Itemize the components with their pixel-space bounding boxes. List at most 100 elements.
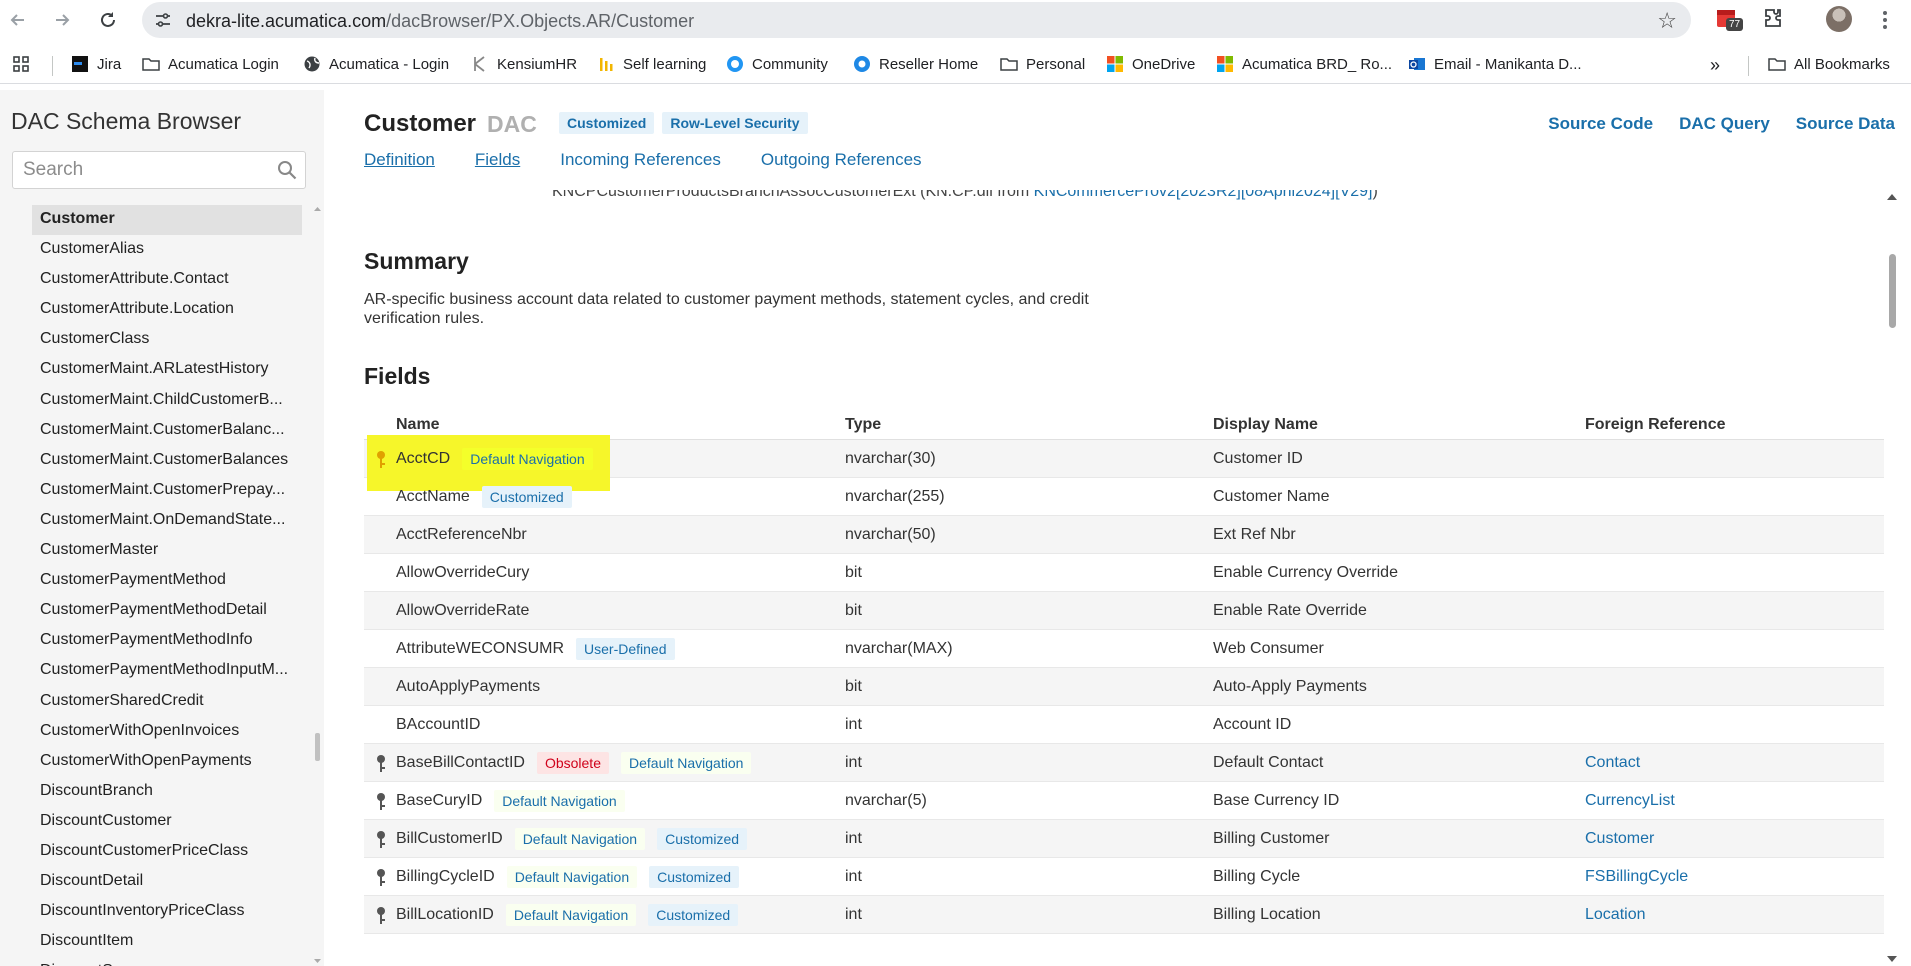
search-icon[interactable] bbox=[277, 160, 297, 180]
field-name: AutoApplyPayments bbox=[396, 677, 541, 695]
column-header-foreign-reference[interactable]: Foreign Reference bbox=[1585, 416, 1725, 434]
dac-query-link[interactable]: DAC Query bbox=[1679, 114, 1770, 134]
main-scroll-thumb[interactable] bbox=[1889, 254, 1896, 328]
search-input[interactable] bbox=[23, 158, 263, 182]
address-bar[interactable]: dekra-lite.acumatica.com/dacBrowser/PX.O… bbox=[142, 2, 1691, 38]
source-data-link[interactable]: Source Data bbox=[1796, 114, 1895, 134]
calendar-extension-icon[interactable]: 77 bbox=[1714, 6, 1744, 34]
table-row: BaseBillContactID Obsolete Default Navigat… bbox=[364, 744, 1884, 782]
folder-icon bbox=[1768, 58, 1786, 71]
field-name-cell: AllowOverrideRate bbox=[396, 592, 529, 629]
sidebar-item[interactable]: DiscountInventoryPriceClass bbox=[32, 897, 302, 927]
table-row: AcctCD Default Navigation nvarchar(30) Cust… bbox=[364, 435, 1884, 491]
bookmark-jira[interactable]: Jira bbox=[71, 55, 121, 73]
sidebar-item[interactable]: CustomerAlias bbox=[32, 235, 302, 265]
key-icon bbox=[377, 755, 385, 772]
field-tag: Customized bbox=[481, 485, 572, 508]
field-name: AcctReferenceNbr bbox=[396, 525, 527, 543]
sidebar-item[interactable]: CustomerClass bbox=[32, 325, 302, 355]
tab-fields[interactable]: Fields bbox=[475, 150, 520, 170]
bookmark-kensiumhr[interactable]: KensiumHR bbox=[471, 55, 577, 73]
sidebar-item[interactable]: CustomerPaymentMethodInputM... bbox=[32, 656, 302, 686]
sidebar-item[interactable]: DiscountCustomer bbox=[32, 807, 302, 837]
sidebar-item[interactable]: CustomerMaster bbox=[32, 536, 302, 566]
bookmarks-bar: Jira Acumatica Login Acumatica - Login K… bbox=[0, 44, 1911, 84]
field-type: int bbox=[845, 829, 862, 847]
sidebar-item[interactable]: CustomerPaymentMethodDetail bbox=[32, 596, 302, 626]
field-name: AttributeWECONSUMR bbox=[396, 639, 565, 657]
all-bookmarks-button[interactable]: All Bookmarks bbox=[1768, 55, 1890, 73]
extension-package-link[interactable]: KNCommerceProv2[2023R2][08April2024][V29… bbox=[1034, 190, 1373, 200]
sidebar-item[interactable]: DiscountDetail bbox=[32, 867, 302, 897]
sidebar-item[interactable]: DiscountItem bbox=[32, 927, 302, 957]
tab-definition[interactable]: Definition bbox=[364, 150, 435, 170]
sidebar-item[interactable]: CustomerAttribute.Contact bbox=[32, 265, 302, 295]
sidebar-item[interactable]: CustomerAttribute.Location bbox=[32, 295, 302, 325]
column-header-name[interactable]: Name bbox=[396, 416, 440, 434]
table-row: BillCustomerID Default Navigation Customiz… bbox=[364, 820, 1884, 858]
bookmark-email[interactable]: Email - Manikanta D... bbox=[1408, 55, 1582, 73]
bookmark-acumatica-login[interactable]: Acumatica Login bbox=[142, 55, 279, 73]
sidebar-item[interactable]: CustomerMaint.CustomerBalances bbox=[32, 446, 302, 476]
source-code-link[interactable]: Source Code bbox=[1548, 114, 1653, 134]
bookmark-self-learning[interactable]: Self learning bbox=[597, 55, 706, 73]
site-settings-icon[interactable] bbox=[154, 11, 172, 29]
sidebar-scroll-thumb[interactable] bbox=[315, 733, 320, 761]
sidebar-item[interactable]: CustomerMaint.OnDemandState... bbox=[32, 506, 302, 536]
sidebar-item[interactable]: CustomerWithOpenInvoices bbox=[32, 717, 302, 747]
field-type: int bbox=[845, 867, 862, 885]
reload-icon[interactable] bbox=[94, 6, 122, 34]
column-header-type[interactable]: Type bbox=[845, 416, 881, 434]
url-text[interactable]: dekra-lite.acumatica.com/dacBrowser/PX.O… bbox=[186, 11, 694, 32]
sidebar-item[interactable]: CustomerMaint.ARLatestHistory bbox=[32, 355, 302, 385]
bookmarks-overflow-button[interactable]: » bbox=[1710, 55, 1720, 76]
apps-grid-icon[interactable] bbox=[12, 55, 30, 73]
key-icon bbox=[377, 831, 385, 848]
sidebar-item[interactable]: CustomerWithOpenPayments bbox=[32, 747, 302, 777]
bookmark-acumatica-brd[interactable]: Acumatica BRD_ Ro... bbox=[1216, 55, 1392, 73]
bookmark-acumatica-dash-login[interactable]: Acumatica - Login bbox=[303, 55, 449, 73]
extensions-puzzle-icon[interactable] bbox=[1762, 6, 1792, 34]
bookmark-star-icon[interactable]: ☆ bbox=[1657, 8, 1677, 34]
back-arrow-icon[interactable] bbox=[4, 6, 32, 34]
sidebar-item[interactable]: DiscountBranch bbox=[32, 777, 302, 807]
foreign-reference-link[interactable]: Contact bbox=[1585, 744, 1640, 781]
field-type: int bbox=[845, 715, 862, 733]
sidebar-item[interactable]: Customer bbox=[32, 205, 302, 236]
windows-icon bbox=[1217, 56, 1233, 72]
folder-icon bbox=[1000, 58, 1018, 71]
bookmark-community[interactable]: Community bbox=[726, 55, 828, 73]
foreign-reference-link[interactable]: FSBillingCycle bbox=[1585, 858, 1688, 895]
windows-icon bbox=[1107, 56, 1123, 72]
browser-menu-icon[interactable] bbox=[1875, 6, 1895, 34]
jira-icon bbox=[72, 56, 88, 72]
field-display-name: Ext Ref Nbr bbox=[1213, 525, 1296, 543]
field-display-name: Web Consumer bbox=[1213, 639, 1324, 657]
sidebar-item[interactable]: CustomerSharedCredit bbox=[32, 687, 302, 717]
profile-avatar[interactable] bbox=[1826, 6, 1852, 32]
tab-outgoing-references[interactable]: Outgoing References bbox=[761, 150, 922, 170]
bookmark-onedrive[interactable]: OneDrive bbox=[1106, 55, 1195, 73]
sidebar-item[interactable]: CustomerPaymentMethod bbox=[32, 566, 302, 596]
field-name: BaseCuryID bbox=[396, 791, 483, 809]
tab-incoming-references[interactable]: Incoming References bbox=[560, 150, 721, 170]
sidebar-scrollbar[interactable] bbox=[313, 205, 322, 965]
sidebar-item[interactable]: CustomerMaint.CustomerBalanc... bbox=[32, 416, 302, 446]
foreign-reference-link[interactable]: CurrencyList bbox=[1585, 782, 1675, 819]
browser-toolbar: dekra-lite.acumatica.com/dacBrowser/PX.O… bbox=[0, 0, 1911, 40]
column-header-display-name[interactable]: Display Name bbox=[1213, 416, 1318, 434]
search-box bbox=[12, 151, 306, 189]
field-name-cell: AttributeWECONSUMR User-Defined bbox=[396, 630, 675, 667]
key-icon bbox=[377, 907, 385, 924]
foreign-reference-link[interactable]: Location bbox=[1585, 896, 1646, 933]
field-type: bit bbox=[845, 677, 862, 695]
sidebar-item[interactable]: CustomerMaint.ChildCustomerB... bbox=[32, 386, 302, 416]
sidebar-item[interactable]: DiscountCustomerPriceClass bbox=[32, 837, 302, 867]
sidebar-item[interactable]: CustomerMaint.CustomerPrepay... bbox=[32, 476, 302, 506]
forward-arrow-icon[interactable] bbox=[48, 6, 76, 34]
bookmark-personal[interactable]: Personal bbox=[1000, 55, 1085, 73]
foreign-reference-link[interactable]: Customer bbox=[1585, 820, 1654, 857]
sidebar-item[interactable]: DiscountSequence bbox=[32, 957, 302, 966]
sidebar-item[interactable]: CustomerPaymentMethodInfo bbox=[32, 626, 302, 656]
bookmark-reseller-home[interactable]: Reseller Home bbox=[853, 55, 978, 73]
